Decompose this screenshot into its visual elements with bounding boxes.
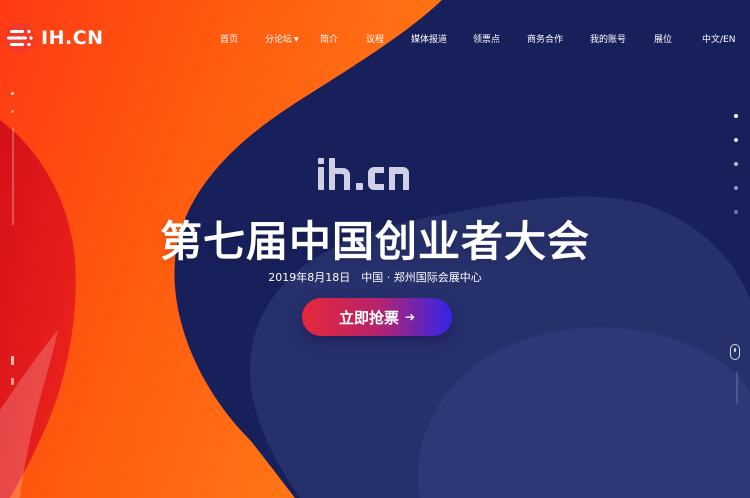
pagination-dot-1[interactable] xyxy=(734,114,738,118)
buy-ticket-button[interactable]: 立即抢票 ➔ xyxy=(302,298,452,336)
nav-agenda[interactable]: 议程 xyxy=(366,32,384,45)
event-title: 第七届中国创业者大会 xyxy=(159,217,590,266)
pagination-dot-3[interactable] xyxy=(734,162,738,166)
nav-intro[interactable]: 简介 xyxy=(320,32,338,45)
nav-home[interactable]: 首页 xyxy=(220,32,238,45)
mouse-scroll-icon[interactable] xyxy=(730,344,740,360)
event-date-location: 2019年8月18日 中国 · 郑州国际会展中心 xyxy=(268,271,482,284)
decor-dot xyxy=(11,110,14,113)
nav-language[interactable]: 中文/EN xyxy=(702,32,735,45)
nav-forums[interactable]: 分论坛 ▼ xyxy=(265,32,299,45)
pagination-dot-5[interactable] xyxy=(734,210,738,214)
pagination-dot-2[interactable] xyxy=(734,138,738,142)
nav-media[interactable]: 媒体报道 xyxy=(411,32,447,45)
nav-booth[interactable]: 展位 xyxy=(654,32,672,45)
arrow-right-icon: ➔ xyxy=(404,310,416,324)
buy-ticket-label: 立即抢票 xyxy=(338,308,399,327)
pagination-dot-4[interactable] xyxy=(734,186,738,190)
nav-forums-label: 分论坛 xyxy=(265,35,293,45)
caret-down-icon: ▼ xyxy=(294,36,299,43)
main-nav: 首页 分论坛 ▼ 简介 议程 媒体报道 领票点 商务合作 我的账号 展位 中文/E… xyxy=(0,32,750,46)
hero-logo-icon xyxy=(318,158,409,190)
nav-ticket-points[interactable]: 领票点 xyxy=(473,32,500,45)
nav-account[interactable]: 我的账号 xyxy=(590,32,626,45)
nav-business[interactable]: 商务合作 xyxy=(527,32,563,45)
decor-dot xyxy=(11,92,14,95)
